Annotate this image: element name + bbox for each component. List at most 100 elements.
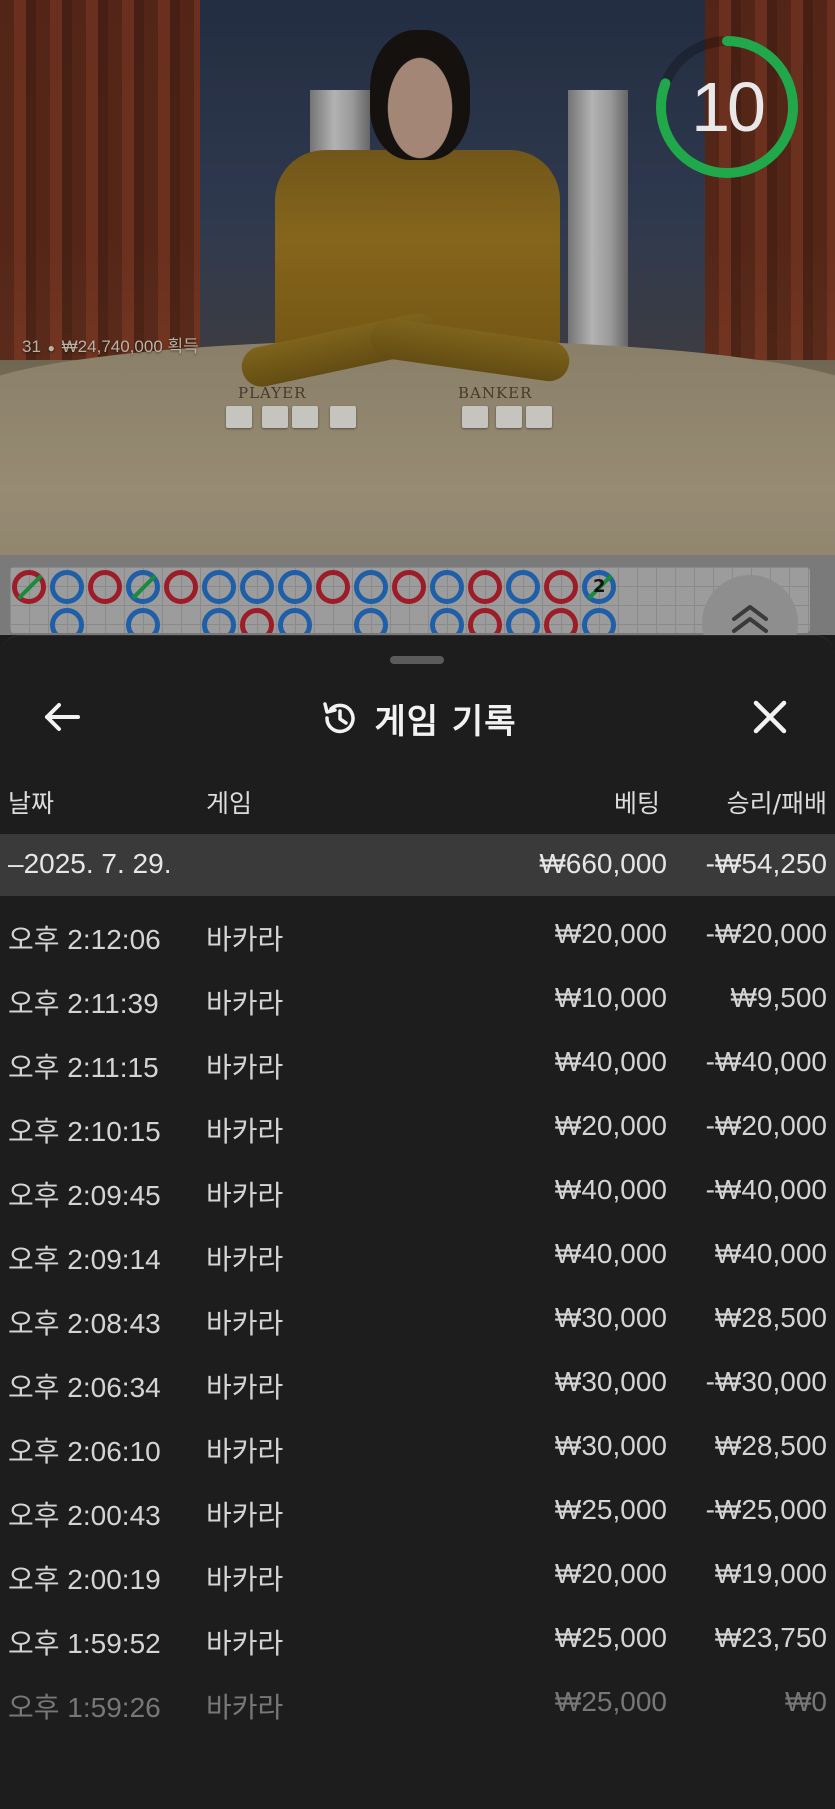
bead-banker	[354, 570, 388, 604]
row-bet: ₩25,000	[554, 1686, 667, 1717]
row-bet: ₩40,000	[554, 1238, 667, 1269]
row-game: 바카라	[206, 1372, 284, 1403]
row-result: ₩28,500	[714, 1430, 827, 1461]
row-time: 오후 2:12:06	[8, 924, 161, 955]
row-time: 오후 2:09:45	[8, 1180, 161, 1211]
bead-banker	[202, 608, 236, 633]
arrow-left-icon	[45, 703, 80, 731]
row-bet: ₩25,000	[554, 1622, 667, 1653]
row-time: 오후 1:59:52	[8, 1628, 161, 1659]
bead-banker	[278, 608, 312, 633]
row-result: ₩28,500	[714, 1302, 827, 1333]
column-game: 게임	[206, 789, 253, 818]
row-time: 오후 2:10:15	[8, 1116, 161, 1147]
row-bet: ₩20,000	[554, 918, 667, 949]
bead-player	[240, 608, 274, 633]
table-row[interactable]: 오후 2:09:45 바카라 ₩40,000 -₩40,000	[0, 1160, 835, 1224]
bead-banker	[506, 608, 540, 633]
table-row[interactable]: 오후 2:11:39 바카라 ₩10,000 ₩9,500	[0, 968, 835, 1032]
column-result: 승리/패배	[726, 789, 827, 818]
row-game: 바카라	[206, 1052, 284, 1083]
bead-banker	[354, 608, 388, 633]
sheet-header: 게임 기록	[0, 682, 835, 754]
history-icon	[322, 702, 355, 734]
bead-banker	[240, 570, 274, 604]
date-group-row[interactable]: –2025. 7. 29. ₩660,000 -₩54,250	[0, 834, 835, 896]
row-result: -₩25,000	[705, 1494, 827, 1525]
table-row[interactable]: 오후 2:06:34 바카라 ₩30,000 -₩30,000	[0, 1352, 835, 1416]
row-bet: ₩25,000	[554, 1494, 667, 1525]
row-game: 바카라	[206, 1116, 284, 1147]
game-history-sheet: 게임 기록 날짜 게임 베팅 승리/패배 –2025. 7. 29. ₩660,…	[0, 635, 835, 1809]
date-group-label: –2025. 7. 29.	[8, 848, 172, 879]
row-bet: ₩10,000	[554, 982, 667, 1013]
bead-player	[468, 570, 502, 604]
row-bet: ₩30,000	[554, 1302, 667, 1333]
row-result: ₩23,750	[714, 1622, 827, 1653]
row-game: 바카라	[206, 1308, 284, 1339]
bead-player	[468, 608, 502, 633]
table-row[interactable]: 오후 2:10:15 바카라 ₩20,000 -₩20,000	[0, 1096, 835, 1160]
bead-player	[544, 570, 578, 604]
bead-banker	[582, 608, 616, 633]
bead-banker	[126, 608, 160, 633]
winner-count: 31	[22, 337, 41, 356]
table-row[interactable]: 오후 2:08:43 바카라 ₩30,000 ₩28,500	[0, 1288, 835, 1352]
row-time: 오후 2:11:15	[8, 1052, 159, 1083]
table-row[interactable]: 오후 2:00:43 바카라 ₩25,000 -₩25,000	[0, 1480, 835, 1544]
row-game: 바카라	[206, 988, 284, 1019]
bead-banker	[202, 570, 236, 604]
row-result: -₩20,000	[705, 1110, 827, 1141]
row-game: 바카라	[206, 1692, 284, 1723]
row-result: -₩30,000	[705, 1366, 827, 1397]
row-time: 오후 2:06:34	[8, 1372, 161, 1403]
date-group-bet: ₩660,000	[539, 848, 667, 879]
close-button[interactable]	[740, 692, 800, 742]
sheet-drag-handle[interactable]	[390, 656, 444, 664]
close-icon	[753, 700, 787, 734]
bead-banker	[506, 570, 540, 604]
table-row[interactable]: 오후 1:59:52 바카라 ₩25,000 ₩23,750	[0, 1608, 835, 1672]
bead-player	[544, 608, 578, 633]
date-group-result: -₩54,250	[705, 848, 827, 879]
table-row[interactable]: 오후 2:12:06 바카라 ₩20,000 -₩20,000	[0, 904, 835, 968]
bead-banker	[430, 570, 464, 604]
row-game: 바카라	[206, 1564, 284, 1595]
back-button[interactable]	[32, 692, 92, 742]
row-result: ₩40,000	[714, 1238, 827, 1269]
bead-banker	[278, 570, 312, 604]
timer-value: 10	[691, 68, 766, 146]
betting-timer: 10	[654, 34, 800, 180]
row-time: 오후 2:08:43	[8, 1308, 161, 1339]
table-header: 날짜 게임 베팅 승리/패배	[0, 776, 835, 826]
table-row[interactable]: 오후 2:06:10 바카라 ₩30,000 ₩28,500	[0, 1416, 835, 1480]
table-row[interactable]: 오후 2:00:19 바카라 ₩20,000 ₩19,000	[0, 1544, 835, 1608]
table-row[interactable]: 오후 2:09:14 바카라 ₩40,000 ₩40,000	[0, 1224, 835, 1288]
row-time: 오후 2:00:19	[8, 1564, 161, 1595]
row-game: 바카라	[206, 924, 284, 955]
column-bet: 베팅	[613, 789, 660, 818]
row-time: 오후 2:11:39	[8, 988, 159, 1019]
row-result: ₩9,500	[730, 982, 828, 1013]
bead-banker	[430, 608, 464, 633]
row-bet: ₩40,000	[554, 1046, 667, 1077]
person-icon: ●	[47, 341, 55, 355]
row-result: ₩0	[785, 1686, 827, 1717]
row-game: 바카라	[206, 1436, 284, 1467]
row-result: ₩19,000	[714, 1558, 827, 1589]
row-bet: ₩40,000	[554, 1174, 667, 1205]
row-game: 바카라	[206, 1244, 284, 1275]
row-time: 오후 2:06:10	[8, 1436, 161, 1467]
table-row[interactable]: 오후 1:59:26 바카라 ₩25,000 ₩0	[0, 1672, 835, 1736]
bead-player	[316, 570, 350, 604]
row-time: 오후 2:09:14	[8, 1244, 161, 1275]
row-result: -₩40,000	[705, 1174, 827, 1205]
row-game: 바카라	[206, 1628, 284, 1659]
row-bet: ₩20,000	[554, 1558, 667, 1589]
title-group: 게임 기록	[0, 682, 835, 754]
app-screen: PLAYER BANKER 31 ● ₩24,740,000 획득 10 2 게…	[0, 0, 835, 1809]
chevron-up-icon	[732, 605, 768, 633]
row-game: 바카라	[206, 1180, 284, 1211]
bead-count: 2	[593, 576, 606, 597]
table-row[interactable]: 오후 2:11:15 바카라 ₩40,000 -₩40,000	[0, 1032, 835, 1096]
